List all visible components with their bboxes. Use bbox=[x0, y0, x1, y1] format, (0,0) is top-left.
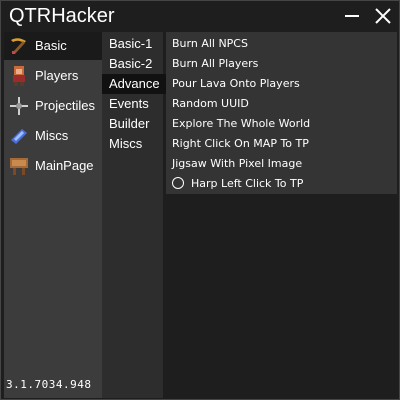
tab-advance[interactable]: Advance bbox=[102, 74, 166, 94]
sidebar-item-label: MainPage bbox=[35, 158, 94, 173]
title-bar[interactable]: QTRHacker bbox=[1, 1, 399, 31]
signboard-icon bbox=[10, 158, 28, 175]
tab-events[interactable]: Events bbox=[102, 94, 163, 114]
random-uuid-button[interactable]: Random UUID bbox=[172, 94, 249, 114]
jigsaw-pixel-image-button[interactable]: Jigsaw With Pixel Image bbox=[172, 154, 302, 174]
harp-left-click-tp-option[interactable]: Harp Left Click To TP bbox=[172, 174, 303, 194]
pickaxe-icon bbox=[11, 38, 26, 54]
sidebar-item-basic[interactable]: Basic bbox=[4, 32, 102, 60]
sidebar: Basic Players Projectiles Miscs MainPage bbox=[4, 32, 102, 398]
tab-label: Basic-1 bbox=[109, 36, 153, 51]
app-window: QTRHacker Basic Players Projectiles Misc… bbox=[0, 0, 400, 400]
sidebar-item-label: Basic bbox=[35, 38, 67, 53]
tab-label: Events bbox=[109, 96, 149, 111]
tab-label: Builder bbox=[109, 116, 150, 131]
tab-basic-1[interactable]: Basic-1 bbox=[102, 34, 163, 54]
pour-lava-onto-players-button[interactable]: Pour Lava Onto Players bbox=[172, 74, 300, 94]
sidebar-item-miscs[interactable]: Miscs bbox=[4, 122, 102, 150]
close-icon bbox=[375, 8, 391, 24]
tab-miscs[interactable]: Miscs bbox=[102, 134, 163, 154]
tab-label: Basic-2 bbox=[109, 56, 153, 71]
sidebar-item-label: Players bbox=[35, 68, 79, 83]
tab-label: Miscs bbox=[109, 136, 143, 151]
close-button[interactable] bbox=[372, 5, 394, 27]
tab-label: Advance bbox=[109, 76, 160, 91]
tab-builder[interactable]: Builder bbox=[102, 114, 163, 134]
player-icon bbox=[13, 66, 25, 86]
minimize-button[interactable] bbox=[341, 5, 363, 27]
sidebar-item-mainpage[interactable]: MainPage bbox=[4, 152, 102, 180]
app-title: QTRHacker bbox=[9, 5, 115, 27]
version-label: 3.1.7034.948 bbox=[6, 378, 92, 391]
sidebar-item-label: Projectiles bbox=[35, 98, 95, 113]
burn-all-npcs-button[interactable]: Burn All NPCS bbox=[172, 34, 248, 54]
right-click-map-tp-button[interactable]: Right Click On MAP To TP bbox=[172, 134, 309, 154]
explore-whole-world-button[interactable]: Explore The Whole World bbox=[172, 114, 310, 134]
sub-navigation: Basic-1 Basic-2 Advance Events Builder M… bbox=[102, 32, 166, 398]
harp-tp-label: Harp Left Click To TP bbox=[191, 177, 304, 190]
options-panel: Burn All NPCS Burn All Players Pour Lava… bbox=[166, 32, 397, 194]
burn-all-players-button[interactable]: Burn All Players bbox=[172, 54, 258, 74]
projectile-icon bbox=[10, 97, 28, 115]
harp-tp-radio[interactable] bbox=[172, 177, 184, 189]
sidebar-item-label: Miscs bbox=[35, 128, 69, 143]
sidebar-item-players[interactable]: Players bbox=[4, 62, 102, 90]
minimize-icon bbox=[345, 15, 359, 17]
sidebar-item-projectiles[interactable]: Projectiles bbox=[4, 92, 102, 120]
crystal-icon bbox=[11, 129, 27, 144]
tab-basic-2[interactable]: Basic-2 bbox=[102, 54, 163, 74]
